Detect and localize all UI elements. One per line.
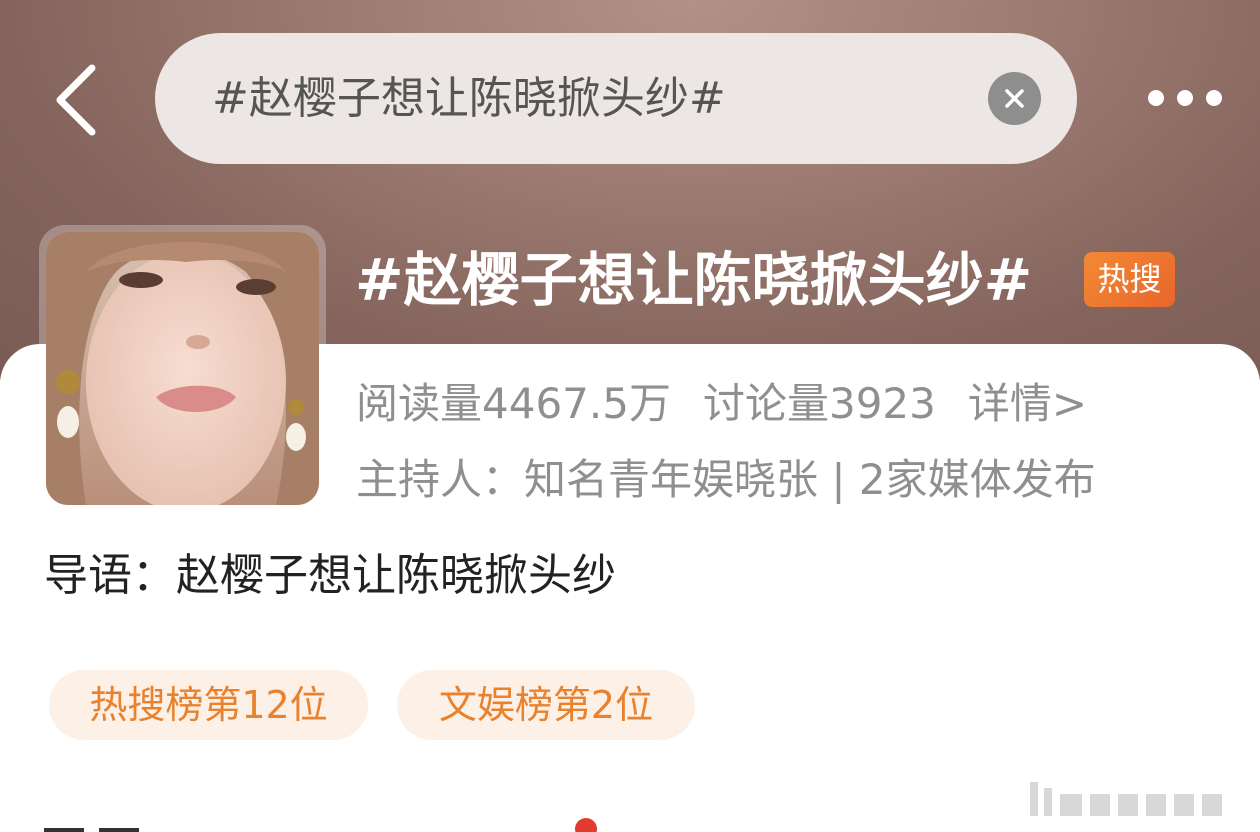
hot-search-rank-tag[interactable]: 热搜榜第12位 — [49, 670, 368, 740]
more-dots-icon — [1148, 90, 1222, 106]
close-icon — [1005, 89, 1024, 108]
search-bar[interactable]: #赵樱子想让陈晓掀头纱# — [155, 33, 1077, 164]
clear-search-button[interactable] — [988, 72, 1041, 125]
topic-title: #赵樱子想让陈晓掀头纱# — [355, 246, 1033, 314]
more-options-button[interactable] — [1144, 80, 1226, 116]
search-input[interactable]: #赵樱子想让陈晓掀头纱# — [212, 33, 726, 164]
chevron-left-icon — [56, 64, 96, 136]
back-button[interactable] — [48, 62, 108, 138]
topic-stats: 阅读量4467.5万 讨论量3923 详情> — [356, 372, 1087, 436]
discuss-count: 讨论量3923 — [702, 379, 936, 428]
hot-search-badge: 热搜 — [1084, 252, 1175, 307]
next-section-peek — [44, 818, 164, 832]
portrait-image — [46, 232, 319, 505]
topic-page: #赵樱子想让陈晓掀头纱# #赵樱子想让陈晓掀头纱# 热搜 阅读量4467.5万 … — [0, 0, 1260, 832]
host-info[interactable]: 主持人：知名青年娱晓张 | 2家媒体发布 — [356, 448, 1096, 512]
details-link[interactable]: 详情> — [968, 372, 1087, 436]
topic-avatar[interactable] — [46, 232, 319, 505]
topic-avatar-frame — [39, 225, 326, 512]
read-count: 阅读量4467.5万 — [356, 379, 671, 428]
watermark-logo — [1030, 780, 1240, 820]
entertainment-rank-tag[interactable]: 文娱榜第2位 — [397, 670, 695, 740]
topic-intro: 导语：赵樱子想让陈晓掀头纱 — [44, 550, 616, 601]
